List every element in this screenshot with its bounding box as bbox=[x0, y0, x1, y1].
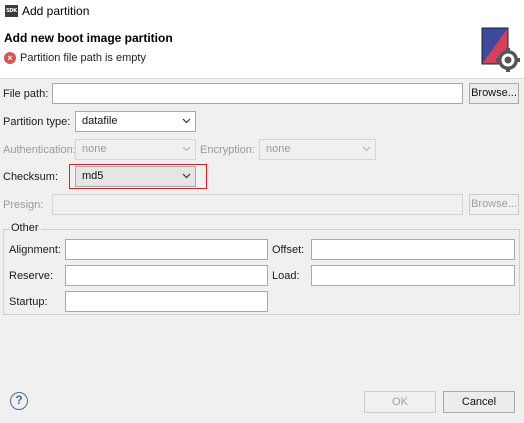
page-title: Add new boot image partition bbox=[4, 31, 173, 45]
alignment-label: Alignment: bbox=[9, 244, 61, 256]
presign-browse-button[interactable]: Browse... bbox=[469, 194, 519, 215]
presign-input[interactable] bbox=[52, 194, 463, 215]
file-path-input[interactable] bbox=[52, 83, 463, 104]
other-group-title: Other bbox=[9, 222, 41, 234]
alignment-input[interactable] bbox=[65, 239, 268, 260]
partition-type-select[interactable]: datafile bbox=[75, 111, 196, 132]
presign-label: Presign: bbox=[3, 199, 44, 211]
encryption-value: none bbox=[266, 143, 291, 155]
startup-input[interactable] bbox=[65, 291, 268, 312]
file-path-label: File path: bbox=[3, 88, 49, 100]
ok-button[interactable]: OK bbox=[364, 391, 436, 413]
partition-type-label: Partition type: bbox=[3, 116, 71, 128]
chevron-down-icon bbox=[182, 118, 191, 124]
sdk-logo-icon: SDK bbox=[5, 5, 18, 17]
reserve-label: Reserve: bbox=[9, 270, 54, 282]
reserve-input[interactable] bbox=[65, 265, 268, 286]
encryption-label: Encryption: bbox=[200, 144, 256, 156]
cancel-button[interactable]: Cancel bbox=[443, 391, 515, 413]
error-message: Partition file path is empty bbox=[20, 52, 146, 64]
file-path-browse-button[interactable]: Browse... bbox=[469, 83, 519, 104]
offset-input[interactable] bbox=[311, 239, 515, 260]
load-input[interactable] bbox=[311, 265, 515, 286]
checksum-highlight-box bbox=[69, 164, 207, 189]
error-icon: × bbox=[4, 52, 16, 64]
partition-type-value: datafile bbox=[82, 115, 118, 127]
authentication-select[interactable]: none bbox=[75, 139, 196, 160]
chevron-down-icon bbox=[182, 146, 191, 152]
checksum-label: Checksum: bbox=[3, 171, 59, 183]
offset-label: Offset: bbox=[272, 244, 305, 256]
boot-image-settings-icon bbox=[481, 27, 520, 72]
load-label: Load: bbox=[272, 270, 300, 282]
startup-label: Startup: bbox=[9, 296, 48, 308]
encryption-select[interactable]: none bbox=[259, 139, 376, 160]
authentication-label: Authentication: bbox=[3, 144, 76, 156]
help-icon[interactable]: ? bbox=[10, 392, 28, 410]
window-title: Add partition bbox=[22, 4, 90, 18]
chevron-down-icon bbox=[362, 146, 371, 152]
authentication-value: none bbox=[82, 143, 107, 155]
